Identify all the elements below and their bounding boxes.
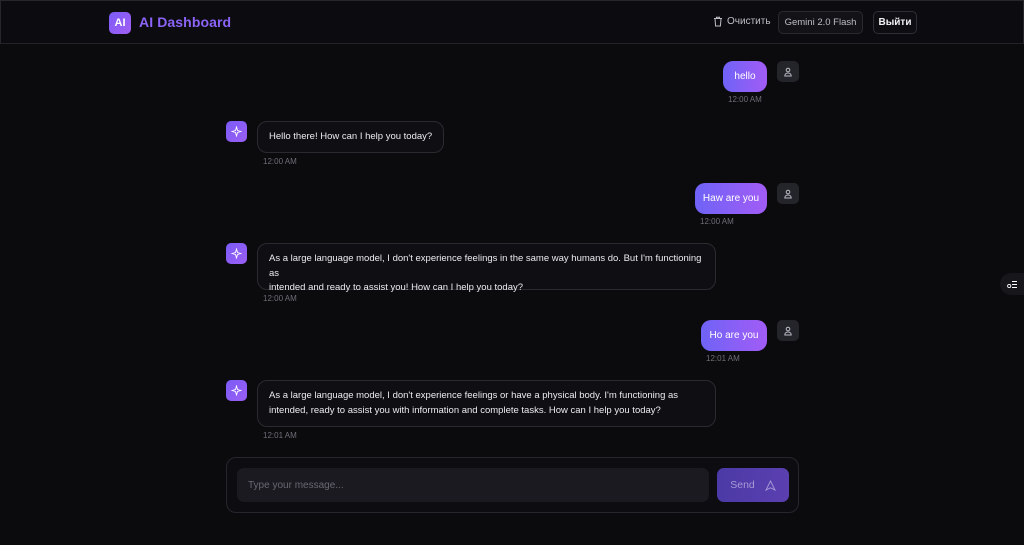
top-header: AI AI Dashboard Очистить Gemini 2.0 Flas… [0, 0, 1024, 44]
assistant-avatar [226, 121, 247, 142]
message-timestamp: 12:00 AM [728, 95, 762, 104]
user-avatar [777, 183, 799, 204]
sidebar-toggle-icon [1006, 280, 1017, 288]
sidebar-toggle-button[interactable] [1000, 273, 1024, 295]
user-icon [784, 326, 792, 335]
assistant-message-line: intended and ready to assist you! How ca… [269, 282, 524, 293]
app-title: AI Dashboard [139, 14, 232, 30]
assistant-message-text: Hello there! How can I help you today? [269, 131, 433, 142]
sparkle-icon [231, 248, 242, 259]
user-message-bubble: hello [723, 61, 767, 92]
message-timestamp: 12:01 AM [263, 431, 297, 440]
sparkle-icon [231, 385, 242, 396]
assistant-avatar [226, 243, 247, 264]
message-composer: Send [226, 457, 799, 513]
send-button[interactable]: Send [717, 468, 789, 502]
assistant-message-line: As a large language model, I don't exper… [269, 390, 679, 401]
sparkle-icon [231, 126, 242, 137]
assistant-message-bubble: As a large language model, I don't exper… [257, 243, 716, 293]
user-avatar [777, 61, 799, 82]
assistant-message-bubble: As a large language model, I don't exper… [257, 380, 716, 427]
logo-badge: AI [109, 12, 131, 34]
trash-icon [714, 16, 722, 27]
clear-chat-button[interactable]: Очистить [713, 16, 771, 27]
user-message-bubble: Haw are you [695, 183, 767, 214]
send-icon [764, 479, 776, 491]
message-timestamp: 12:00 AM [263, 294, 297, 303]
assistant-message-bubble: Hello there! How can I help you today? [257, 121, 445, 153]
user-message-bubble: Ho are you [701, 320, 767, 351]
logout-button[interactable]: Выйти [873, 11, 917, 34]
message-timestamp: 12:01 AM [706, 354, 740, 363]
model-select-button[interactable]: Gemini 2.0 Flash [778, 11, 863, 34]
message-timestamp: 12:00 AM [263, 157, 297, 166]
user-avatar [777, 320, 799, 341]
assistant-message-line: intended, ready to assist you with infor… [269, 404, 661, 416]
user-icon [784, 189, 792, 198]
user-icon [784, 67, 792, 76]
assistant-message-line: As a large language model, I don't exper… [269, 253, 702, 279]
send-label: Send [730, 479, 755, 491]
message-input[interactable] [237, 468, 709, 502]
message-timestamp: 12:00 AM [700, 217, 734, 226]
clear-chat-label: Очистить [727, 16, 771, 27]
assistant-avatar [226, 380, 247, 401]
